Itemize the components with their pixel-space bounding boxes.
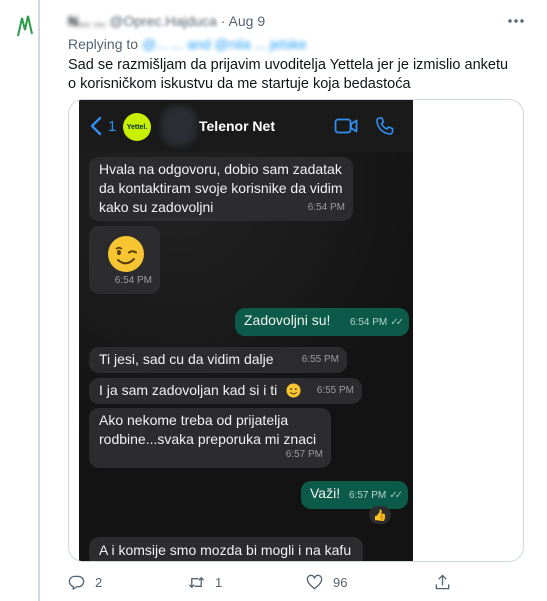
back-chevron-icon <box>90 116 102 136</box>
message-bubble: Hvala na odgovoru, dobio sam zadatak da … <box>89 157 353 221</box>
message-time: 6:54 PM <box>114 275 152 286</box>
tweet-header: N... ... @Oprec.Hajduca · Aug 9 <box>68 12 265 30</box>
chat-header: 1 Yettel. Telenor Net <box>79 100 413 152</box>
message-bubble: Ako nekome treba od prijatelja rodbine..… <box>89 408 331 468</box>
like-count: 96 <box>333 574 348 590</box>
avatar[interactable] <box>12 10 42 40</box>
retweet-icon <box>188 576 205 588</box>
reply-button[interactable]: 2 <box>68 572 102 592</box>
message-time: 6:54 PM ✓✓ <box>350 313 404 332</box>
message-bubble: Ti jesi, sad cu da vidim dalje 6:55 PM <box>89 347 347 373</box>
message-text: A i komsije smo mozda bi mogli i na kafu <box>99 542 352 558</box>
message-bubble: Zadovoljni su! 6:54 PM ✓✓ <box>235 308 409 336</box>
heart-icon <box>306 574 323 589</box>
share-button[interactable] <box>434 572 451 592</box>
author-handle[interactable]: @Oprec.Hajduca <box>109 13 217 29</box>
tweet-date[interactable]: Aug 9 <box>229 13 266 29</box>
message-bubble: I ja sam zadovoljan kad si i ti 6:55 PM <box>89 378 362 404</box>
message-bubble: Važi! 6:57 PM ✓✓ <box>301 481 408 509</box>
message-time: 6:54 PM <box>307 202 345 213</box>
unread-count: 1 <box>108 118 117 135</box>
yettel-logo: Yettel. <box>123 113 151 141</box>
message-text: Ti jesi, sad cu da vidim dalje <box>99 351 274 367</box>
message-time: 6:57 PM ✓✓ <box>349 486 403 505</box>
retweet-button[interactable]: 1 <box>188 572 222 592</box>
avatar-icon <box>17 15 33 37</box>
message-bubble: 6:54 PM <box>89 226 160 294</box>
smiling-face-icon <box>286 383 301 398</box>
reply-icon <box>68 575 85 590</box>
message-time: 6:55 PM <box>301 354 339 365</box>
thumbs-up-reaction-icon: 👍 <box>369 506 391 524</box>
message-text: I ja sam zadovoljan kad si i ti <box>99 382 278 398</box>
more-options-icon[interactable] <box>506 11 526 31</box>
message-time: 6:57 PM <box>285 449 323 460</box>
tweet-actions: 2 1 96 <box>68 572 458 592</box>
retweet-count: 1 <box>215 574 223 590</box>
message-text: Važi! <box>310 485 341 501</box>
read-receipt-icon: ✓✓ <box>390 317 404 328</box>
message-text: Hvala na odgovoru, dobio sam zadatak da … <box>99 161 343 215</box>
reply-count: 2 <box>95 574 103 590</box>
phone-call-icon <box>376 117 394 135</box>
tweet-text: Sad se razmišljam da prijavim uvoditelja… <box>68 57 509 92</box>
blurred-avatar <box>161 106 197 146</box>
message-text: Zadovoljni su! <box>244 312 331 328</box>
message-bubble: A i komsije smo mozda bi mogli i na kafu <box>89 537 363 561</box>
replying-to-users[interactable]: @... ... and @nila ... jetske <box>142 36 307 52</box>
message-time: 6:55 PM <box>316 385 354 396</box>
tweet-media[interactable]: 1 Yettel. Telenor Net Hvala na odgovoru,… <box>68 99 524 562</box>
winking-face-icon <box>108 236 144 272</box>
contact-name: Telenor Net <box>199 118 275 134</box>
replying-prefix: Replying to <box>68 36 139 52</box>
share-icon <box>435 573 450 589</box>
message-text: Ako nekome treba od prijatelja rodbine..… <box>99 412 317 447</box>
replying-to: Replying to @... ... and @nila ... jetsk… <box>68 36 307 52</box>
read-receipt-icon: ✓✓ <box>389 490 403 501</box>
separator-dot: · <box>220 13 226 29</box>
thread-line <box>38 0 40 601</box>
chat-screenshot: 1 Yettel. Telenor Net Hvala na odgovoru,… <box>79 100 413 561</box>
video-call-icon <box>334 118 358 134</box>
like-button[interactable]: 96 <box>306 572 347 592</box>
author-name[interactable]: N... ... <box>68 13 105 29</box>
